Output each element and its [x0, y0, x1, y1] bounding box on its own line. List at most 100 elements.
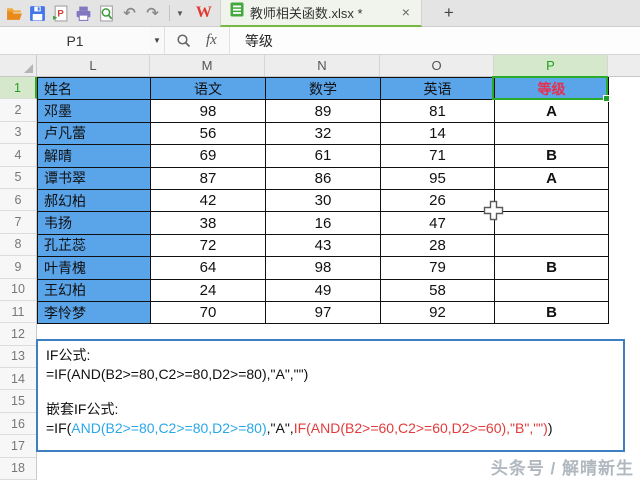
- cell-name[interactable]: 孔芷蕊: [38, 234, 151, 258]
- cell-math[interactable]: 98: [266, 257, 381, 280]
- cell-english[interactable]: 95: [381, 167, 495, 190]
- formula-value: 等级: [244, 32, 273, 49]
- cell-name-header[interactable]: 姓名: [38, 78, 151, 101]
- cell-name[interactable]: 韦扬: [38, 212, 151, 235]
- cell-english[interactable]: 79: [381, 257, 495, 280]
- open-folder-icon[interactable]: [6, 5, 23, 22]
- cell-chinese[interactable]: 42: [151, 189, 266, 213]
- cell-math[interactable]: 89: [266, 100, 381, 123]
- cell-english[interactable]: 92: [381, 301, 495, 325]
- cell-chinese-header[interactable]: 语文: [151, 78, 266, 101]
- cell-english[interactable]: 28: [381, 234, 495, 258]
- undo-icon[interactable]: ↶: [121, 5, 138, 22]
- row-header-2[interactable]: 2: [0, 99, 37, 122]
- redo-icon[interactable]: ↷: [144, 5, 161, 22]
- cell-grade[interactable]: [495, 279, 609, 302]
- cell-math-header[interactable]: 数学: [266, 78, 381, 101]
- row-header-10[interactable]: 10: [0, 278, 37, 301]
- formula-input[interactable]: 等级: [228, 27, 640, 54]
- cell-chinese[interactable]: 69: [151, 145, 266, 168]
- cell-name[interactable]: 李怜梦: [38, 301, 151, 325]
- cell-english[interactable]: 26: [381, 189, 495, 213]
- row-header-15[interactable]: 15: [0, 390, 37, 413]
- cell-grade-header[interactable]: 等级: [495, 78, 609, 101]
- select-all-corner[interactable]: [0, 55, 37, 76]
- row-header-13[interactable]: 13: [0, 345, 37, 369]
- cell-name[interactable]: 谭书翠: [38, 167, 151, 190]
- cell-grade[interactable]: [495, 122, 609, 146]
- row-header-5[interactable]: 5: [0, 166, 37, 189]
- name-box-dropdown-icon[interactable]: ▼: [150, 36, 164, 45]
- row-header-8[interactable]: 8: [0, 233, 37, 257]
- cell-english-header[interactable]: 英语: [381, 78, 495, 101]
- formula-part-blue: AND(B2>=80,C2>=80,D2>=80): [71, 420, 267, 436]
- cell-grade[interactable]: A: [495, 167, 609, 190]
- if-formula-label: IF公式:: [46, 347, 91, 363]
- cell-grade[interactable]: [495, 189, 609, 213]
- row-header-18[interactable]: 18: [0, 457, 37, 480]
- row-header-6[interactable]: 6: [0, 188, 37, 212]
- cell-chinese[interactable]: 56: [151, 122, 266, 146]
- cell-chinese[interactable]: 98: [151, 100, 266, 123]
- column-header-l[interactable]: L: [37, 55, 150, 76]
- tab-title: 教师相关函数.xlsx *: [249, 5, 363, 21]
- cell-name[interactable]: 叶青槐: [38, 257, 151, 280]
- toolbar-more-dropdown-icon[interactable]: ▼: [176, 9, 184, 18]
- column-header-p[interactable]: P: [494, 55, 608, 76]
- cell-math[interactable]: 61: [266, 145, 381, 168]
- cell-chinese[interactable]: 72: [151, 234, 266, 258]
- cell-english[interactable]: 81: [381, 100, 495, 123]
- cell-chinese[interactable]: 64: [151, 257, 266, 280]
- cell-name[interactable]: 解晴: [38, 145, 151, 168]
- cell-chinese[interactable]: 70: [151, 301, 266, 325]
- cell-math[interactable]: 43: [266, 234, 381, 258]
- print-preview-icon[interactable]: [98, 5, 115, 22]
- row-header-12[interactable]: 12: [0, 323, 37, 346]
- cell-grade[interactable]: [495, 212, 609, 235]
- new-tab-button[interactable]: +: [444, 3, 454, 23]
- cell-english[interactable]: 14: [381, 122, 495, 146]
- cell-math[interactable]: 86: [266, 167, 381, 190]
- print-icon[interactable]: [75, 5, 92, 22]
- row-header-9[interactable]: 9: [0, 256, 37, 279]
- insert-function-icon[interactable]: fx: [206, 32, 217, 49]
- cell-grade[interactable]: B: [495, 145, 609, 168]
- cell-math[interactable]: 49: [266, 279, 381, 302]
- document-tab[interactable]: 教师相关函数.xlsx * ×: [219, 0, 422, 27]
- cell-math[interactable]: 30: [266, 189, 381, 213]
- column-header-o[interactable]: O: [380, 55, 494, 76]
- cell-chinese[interactable]: 38: [151, 212, 266, 235]
- row-header-17[interactable]: 17: [0, 435, 37, 458]
- cell-math[interactable]: 32: [266, 122, 381, 146]
- cell-grade[interactable]: A: [495, 100, 609, 123]
- tab-close-icon[interactable]: ×: [400, 4, 412, 20]
- column-header-m[interactable]: M: [150, 55, 265, 76]
- cell-english[interactable]: 71: [381, 145, 495, 168]
- export-pdf-icon[interactable]: P: [52, 5, 69, 22]
- row-header-1[interactable]: 1: [0, 77, 37, 100]
- save-icon[interactable]: [29, 5, 46, 22]
- row-header-7[interactable]: 7: [0, 211, 37, 234]
- cell-chinese[interactable]: 24: [151, 279, 266, 302]
- row-header-4[interactable]: 4: [0, 144, 37, 167]
- cell-grade[interactable]: [495, 234, 609, 258]
- cell-math[interactable]: 16: [266, 212, 381, 235]
- name-box[interactable]: P1: [0, 27, 150, 54]
- formula-note-box[interactable]: IF公式: =IF(AND(B2>=80,C2>=80,D2>=80),"A",…: [36, 339, 625, 452]
- cell-math[interactable]: 97: [266, 301, 381, 325]
- row-header-11[interactable]: 11: [0, 300, 37, 324]
- cell-name[interactable]: 王幻柏: [38, 279, 151, 302]
- row-header-3[interactable]: 3: [0, 121, 37, 145]
- cell-english[interactable]: 47: [381, 212, 495, 235]
- search-icon[interactable]: [175, 32, 192, 49]
- cell-name[interactable]: 邓墨: [38, 100, 151, 123]
- row-header-14[interactable]: 14: [0, 368, 37, 391]
- column-header-n[interactable]: N: [265, 55, 380, 76]
- cell-grade[interactable]: B: [495, 301, 609, 325]
- cell-grade[interactable]: B: [495, 257, 609, 280]
- cell-name[interactable]: 郝幻柏: [38, 189, 151, 213]
- cell-english[interactable]: 58: [381, 279, 495, 302]
- cell-chinese[interactable]: 87: [151, 167, 266, 190]
- row-header-16[interactable]: 16: [0, 412, 37, 436]
- cell-name[interactable]: 卢凡蕾: [38, 122, 151, 146]
